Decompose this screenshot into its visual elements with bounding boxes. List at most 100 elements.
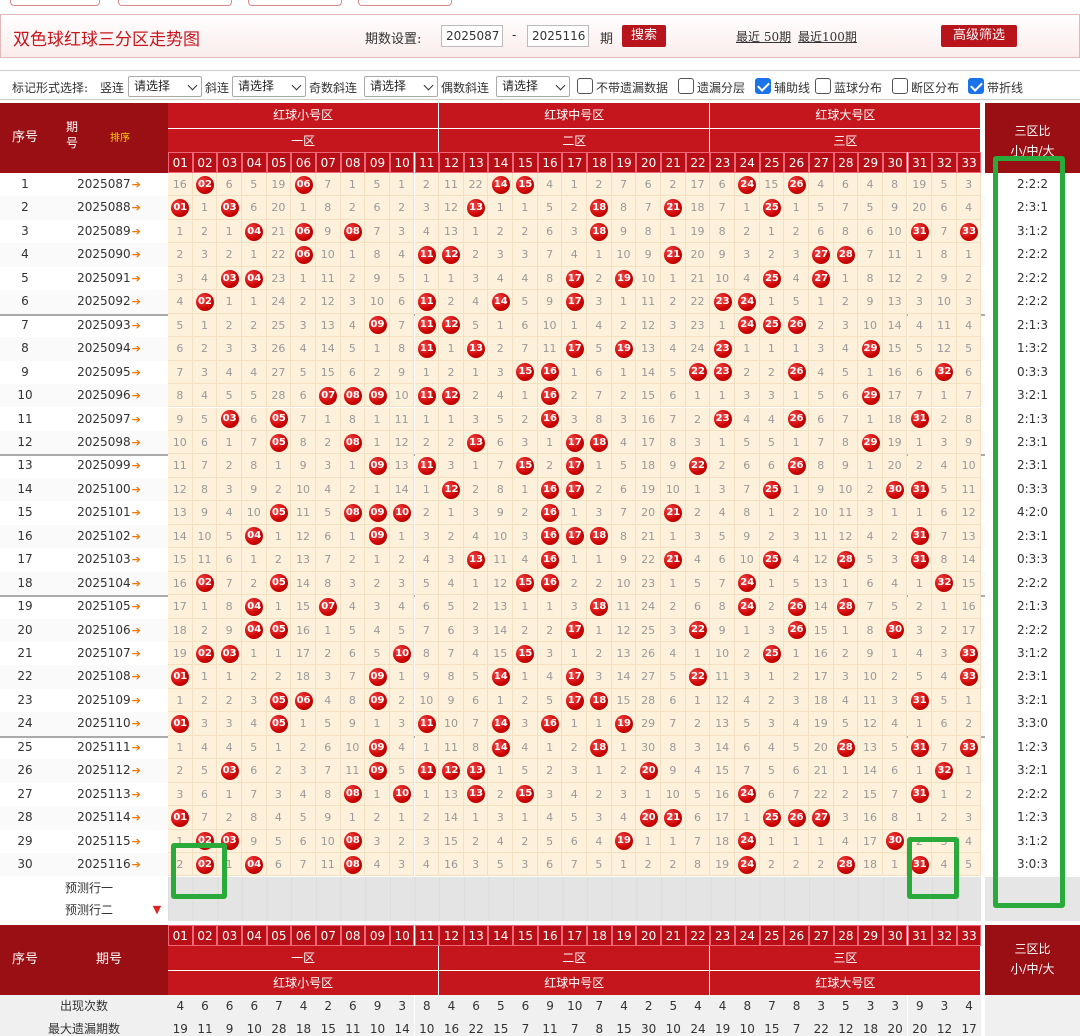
red-ball[interactable]: 26 (787, 410, 806, 429)
red-ball[interactable]: 02 (195, 175, 214, 194)
top-tab[interactable] (248, 0, 342, 6)
red-ball[interactable]: 06 (294, 246, 313, 265)
red-ball[interactable]: 09 (368, 386, 387, 405)
top-tab[interactable] (358, 0, 452, 6)
red-ball[interactable]: 25 (762, 550, 781, 569)
red-ball[interactable]: 03 (220, 410, 239, 429)
red-ball[interactable]: 06 (294, 222, 313, 241)
red-ball[interactable]: 24 (738, 597, 757, 616)
arrow-right-icon[interactable]: ➔ (132, 788, 141, 801)
red-ball[interactable]: 20 (639, 808, 658, 827)
red-ball[interactable]: 11 (417, 715, 436, 734)
red-ball[interactable]: 09 (368, 668, 387, 687)
arrow-right-icon[interactable]: ➔ (132, 764, 141, 777)
red-ball[interactable]: 19 (615, 269, 634, 288)
red-ball[interactable]: 19 (615, 339, 634, 358)
red-ball[interactable]: 08 (343, 504, 362, 523)
arrow-down-icon[interactable]: ▼ (150, 899, 164, 921)
slant-select[interactable]: 请选择 (232, 76, 306, 97)
red-ball[interactable]: 09 (368, 504, 387, 523)
red-ball[interactable]: 31 (910, 410, 929, 429)
arrow-right-icon[interactable]: ➔ (132, 413, 141, 426)
red-ball[interactable]: 17 (565, 668, 584, 687)
recent-100-link[interactable]: 最近100期 (798, 28, 857, 45)
red-ball[interactable]: 09 (368, 691, 387, 710)
arrow-right-icon[interactable]: ➔ (132, 835, 141, 848)
red-ball[interactable]: 13 (467, 339, 486, 358)
arrow-right-icon[interactable]: ➔ (132, 366, 141, 379)
blue-dist-checkbox[interactable] (815, 78, 831, 94)
red-ball[interactable]: 05 (269, 504, 288, 523)
red-ball[interactable]: 28 (836, 550, 855, 569)
red-ball[interactable]: 27 (812, 808, 831, 827)
red-ball[interactable]: 31 (910, 738, 929, 757)
red-ball[interactable]: 28 (836, 246, 855, 265)
red-ball[interactable]: 11 (417, 761, 436, 780)
top-tab[interactable] (118, 0, 232, 6)
red-ball[interactable]: 02 (195, 855, 214, 874)
arrow-right-icon[interactable]: ➔ (132, 506, 141, 519)
red-ball[interactable]: 08 (343, 433, 362, 452)
red-ball[interactable]: 25 (762, 269, 781, 288)
red-ball[interactable]: 17 (565, 621, 584, 640)
top-tab[interactable] (10, 0, 100, 6)
red-ball[interactable]: 13 (467, 761, 486, 780)
arrow-right-icon[interactable]: ➔ (132, 577, 141, 590)
red-ball[interactable]: 11 (417, 246, 436, 265)
red-ball[interactable]: 03 (220, 199, 239, 218)
aux-line-checkbox[interactable] (755, 78, 771, 94)
red-ball[interactable]: 18 (590, 738, 609, 757)
break-zone-checkbox[interactable] (892, 78, 908, 94)
red-ball[interactable]: 17 (565, 457, 584, 476)
red-ball[interactable]: 17 (565, 433, 584, 452)
red-ball[interactable]: 17 (565, 480, 584, 499)
red-ball[interactable]: 11 (417, 457, 436, 476)
red-ball[interactable]: 03 (220, 269, 239, 288)
red-ball[interactable]: 14 (491, 292, 510, 311)
search-button[interactable]: 搜索 (622, 25, 666, 47)
red-ball[interactable]: 27 (812, 269, 831, 288)
red-ball[interactable]: 28 (836, 855, 855, 874)
vertical-select[interactable]: 请选择 (128, 76, 202, 97)
sort-button[interactable]: 排序 (110, 129, 130, 144)
red-ball[interactable]: 26 (787, 621, 806, 640)
arrow-right-icon[interactable]: ➔ (132, 272, 141, 285)
arrow-right-icon[interactable]: ➔ (132, 225, 141, 238)
red-ball[interactable]: 03 (220, 832, 239, 851)
red-ball[interactable]: 04 (245, 597, 264, 616)
red-ball[interactable]: 12 (442, 480, 461, 499)
red-ball[interactable]: 31 (910, 222, 929, 241)
red-ball[interactable]: 30 (886, 480, 905, 499)
red-ball[interactable]: 17 (565, 269, 584, 288)
arrow-right-icon[interactable]: ➔ (132, 600, 141, 613)
red-ball[interactable]: 29 (861, 386, 880, 405)
red-ball[interactable]: 17 (565, 339, 584, 358)
red-ball[interactable]: 16 (541, 480, 560, 499)
arrow-right-icon[interactable]: ➔ (132, 319, 141, 332)
red-ball[interactable]: 19 (615, 715, 634, 734)
red-ball[interactable]: 23 (713, 410, 732, 429)
red-ball[interactable]: 09 (368, 316, 387, 335)
red-ball[interactable]: 31 (910, 480, 929, 499)
red-ball[interactable]: 17 (565, 292, 584, 311)
red-ball[interactable]: 26 (787, 175, 806, 194)
red-ball[interactable]: 09 (368, 761, 387, 780)
red-ball[interactable]: 23 (713, 363, 732, 382)
red-ball[interactable]: 07 (319, 597, 338, 616)
red-ball[interactable]: 17 (565, 691, 584, 710)
red-ball[interactable]: 05 (269, 433, 288, 452)
red-ball[interactable]: 16 (541, 550, 560, 569)
red-ball[interactable]: 26 (787, 363, 806, 382)
red-ball[interactable]: 04 (245, 222, 264, 241)
red-ball[interactable]: 05 (269, 691, 288, 710)
red-ball[interactable]: 14 (491, 175, 510, 194)
red-ball[interactable]: 08 (343, 855, 362, 874)
red-ball[interactable]: 04 (245, 269, 264, 288)
red-ball[interactable]: 16 (541, 715, 560, 734)
red-ball[interactable]: 24 (738, 855, 757, 874)
arrow-right-icon[interactable]: ➔ (132, 201, 141, 214)
arrow-right-icon[interactable]: ➔ (132, 811, 141, 824)
red-ball[interactable]: 29 (861, 433, 880, 452)
red-ball[interactable]: 07 (319, 386, 338, 405)
red-ball[interactable]: 03 (220, 761, 239, 780)
